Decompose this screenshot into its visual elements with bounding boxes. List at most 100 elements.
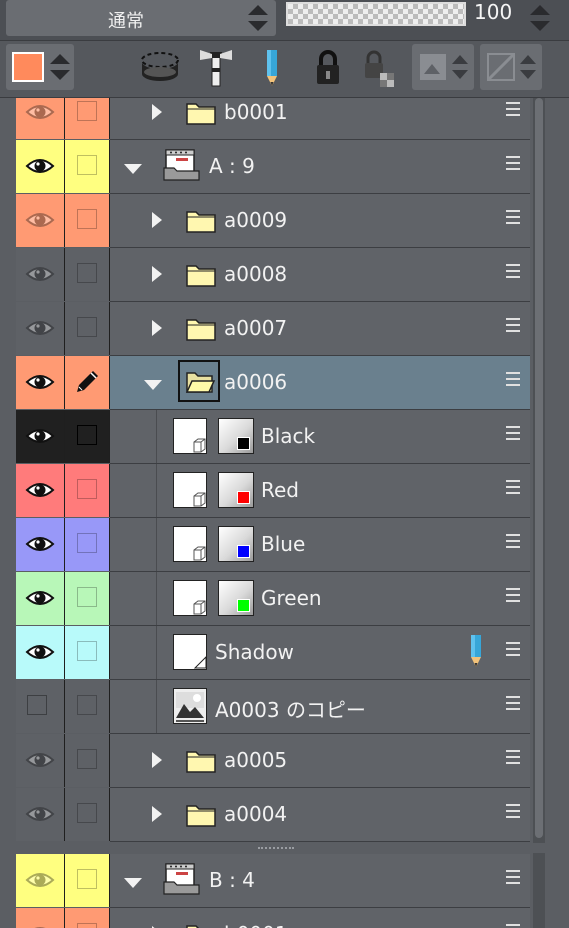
layer-name-cell[interactable]: a0007: [110, 302, 530, 356]
layer-menu-icon[interactable]: [506, 870, 520, 884]
layer-menu-icon[interactable]: [506, 696, 520, 710]
layer-name-cell[interactable]: A : 9: [110, 140, 530, 194]
layer-menu-icon[interactable]: [506, 924, 520, 928]
layer-menu-icon[interactable]: [506, 642, 520, 656]
collapse-arrow-icon[interactable]: [152, 752, 162, 768]
layer-edit-target-toggle[interactable]: [65, 518, 110, 571]
layer-menu-icon[interactable]: [506, 318, 520, 332]
layer-menu-icon[interactable]: [506, 804, 520, 818]
layer-name-cell[interactable]: A0003 のコピー: [110, 680, 530, 734]
layer-color-spinner-icon[interactable]: [48, 50, 72, 84]
blend-mode-select[interactable]: 通常: [6, 0, 276, 36]
layer-visibility-toggle[interactable]: [16, 734, 65, 787]
layer-menu-icon[interactable]: [506, 210, 520, 224]
layer-edit-target-toggle[interactable]: [65, 908, 110, 928]
opacity-spinner-icon[interactable]: [528, 2, 552, 34]
layer-row[interactable]: Blue: [0, 518, 530, 572]
layer-row[interactable]: a0009: [0, 194, 530, 248]
layer-edit-target-toggle[interactable]: [65, 788, 110, 841]
collapse-arrow-icon[interactable]: [152, 212, 162, 228]
opacity-value[interactable]: 100: [474, 0, 512, 24]
layer-row[interactable]: b0001: [0, 98, 530, 140]
layer-edit-target-toggle[interactable]: [65, 464, 110, 517]
layer-name-cell[interactable]: a0009: [110, 194, 530, 248]
mask-range-spinner-icon[interactable]: [518, 51, 538, 83]
layer-color-swatch[interactable]: [12, 52, 44, 82]
clipping-icon[interactable]: [138, 46, 182, 90]
layer-menu-icon[interactable]: [506, 426, 520, 440]
lock-transparency-icon[interactable]: [358, 46, 402, 90]
expand-arrow-icon[interactable]: [124, 878, 142, 888]
layer-visibility-toggle[interactable]: [16, 464, 65, 517]
collapse-arrow-icon[interactable]: [152, 104, 162, 120]
layer-edit-target-toggle[interactable]: [65, 248, 110, 301]
scrollbar-thumb[interactable]: [535, 98, 543, 838]
layer-name-cell[interactable]: Red: [110, 464, 530, 518]
layer-menu-icon[interactable]: [506, 750, 520, 764]
layer-menu-icon[interactable]: [506, 264, 520, 278]
layer-menu-icon[interactable]: [506, 372, 520, 386]
layer-visibility-toggle[interactable]: [16, 98, 65, 139]
layer-row[interactable]: A0003 のコピー: [0, 680, 530, 734]
layer-menu-icon[interactable]: [506, 534, 520, 548]
reference-layer-icon[interactable]: [194, 46, 238, 90]
layer-name-cell[interactable]: a0006: [110, 356, 530, 410]
opacity-slider[interactable]: [286, 2, 466, 26]
layer-visibility-toggle[interactable]: [16, 302, 65, 355]
expand-arrow-icon[interactable]: [144, 380, 162, 390]
layer-edit-target-toggle[interactable]: [65, 140, 110, 193]
layer-edit-target-toggle[interactable]: [65, 194, 110, 247]
mask-enable-button[interactable]: [412, 44, 474, 90]
layer-name-cell[interactable]: Shadow: [110, 626, 530, 680]
layer-name-cell[interactable]: B : 4: [110, 854, 530, 908]
layer-edit-target-toggle[interactable]: [65, 626, 110, 679]
layer-visibility-toggle[interactable]: [16, 194, 65, 247]
mask-range-button[interactable]: [480, 44, 542, 90]
layer-row[interactable]: A : 9: [0, 140, 530, 194]
layer-name-cell[interactable]: b0001: [110, 98, 530, 140]
layer-edit-target-toggle[interactable]: [65, 680, 110, 733]
layer-menu-icon[interactable]: [506, 480, 520, 494]
layer-menu-icon[interactable]: [506, 102, 520, 116]
layer-edit-target-toggle[interactable]: [65, 302, 110, 355]
layer-row[interactable]: a0007: [0, 302, 530, 356]
layer-edit-target-toggle[interactable]: [65, 572, 110, 625]
layer-list-scrollbar[interactable]: [533, 98, 545, 928]
layer-name-cell[interactable]: a0005: [110, 734, 530, 788]
layer-menu-icon[interactable]: [506, 156, 520, 170]
collapse-arrow-icon[interactable]: [152, 266, 162, 282]
layer-visibility-toggle[interactable]: [16, 248, 65, 301]
layer-name-cell[interactable]: Green: [110, 572, 530, 626]
layer-row[interactable]: Green: [0, 572, 530, 626]
layer-visibility-toggle[interactable]: [16, 626, 65, 679]
layer-row[interactable]: b0001: [0, 908, 530, 928]
layer-visibility-toggle[interactable]: [16, 908, 65, 928]
collapse-arrow-icon[interactable]: [152, 806, 162, 822]
layer-visibility-toggle[interactable]: [16, 140, 65, 193]
lock-icon[interactable]: [306, 46, 350, 90]
layer-edit-target-toggle[interactable]: [65, 410, 110, 463]
layer-edit-target-toggle[interactable]: [65, 854, 110, 907]
layer-edit-target-toggle[interactable]: [65, 356, 110, 409]
layer-row[interactable]: Black: [0, 410, 530, 464]
layer-name-cell[interactable]: a0008: [110, 248, 530, 302]
layer-row[interactable]: a0008: [0, 248, 530, 302]
layer-row[interactable]: B : 4: [0, 854, 530, 908]
layer-row[interactable]: a0006: [0, 356, 530, 410]
layer-edit-target-toggle[interactable]: [65, 98, 110, 139]
draft-layer-icon[interactable]: [250, 46, 294, 90]
layer-menu-icon[interactable]: [506, 588, 520, 602]
layer-name-cell[interactable]: Black: [110, 410, 530, 464]
expand-arrow-icon[interactable]: [124, 164, 142, 174]
layer-row[interactable]: Red: [0, 464, 530, 518]
panel-splitter[interactable]: [0, 843, 545, 853]
layer-visibility-toggle[interactable]: [16, 680, 65, 733]
mask-enable-spinner-icon[interactable]: [450, 51, 470, 83]
layer-name-cell[interactable]: a0004: [110, 788, 530, 842]
layer-edit-target-toggle[interactable]: [65, 734, 110, 787]
layer-name-cell[interactable]: Blue: [110, 518, 530, 572]
layer-name-cell[interactable]: b0001: [110, 908, 530, 928]
layer-visibility-toggle[interactable]: [16, 854, 65, 907]
collapse-arrow-icon[interactable]: [152, 320, 162, 336]
layer-visibility-toggle[interactable]: [16, 356, 65, 409]
